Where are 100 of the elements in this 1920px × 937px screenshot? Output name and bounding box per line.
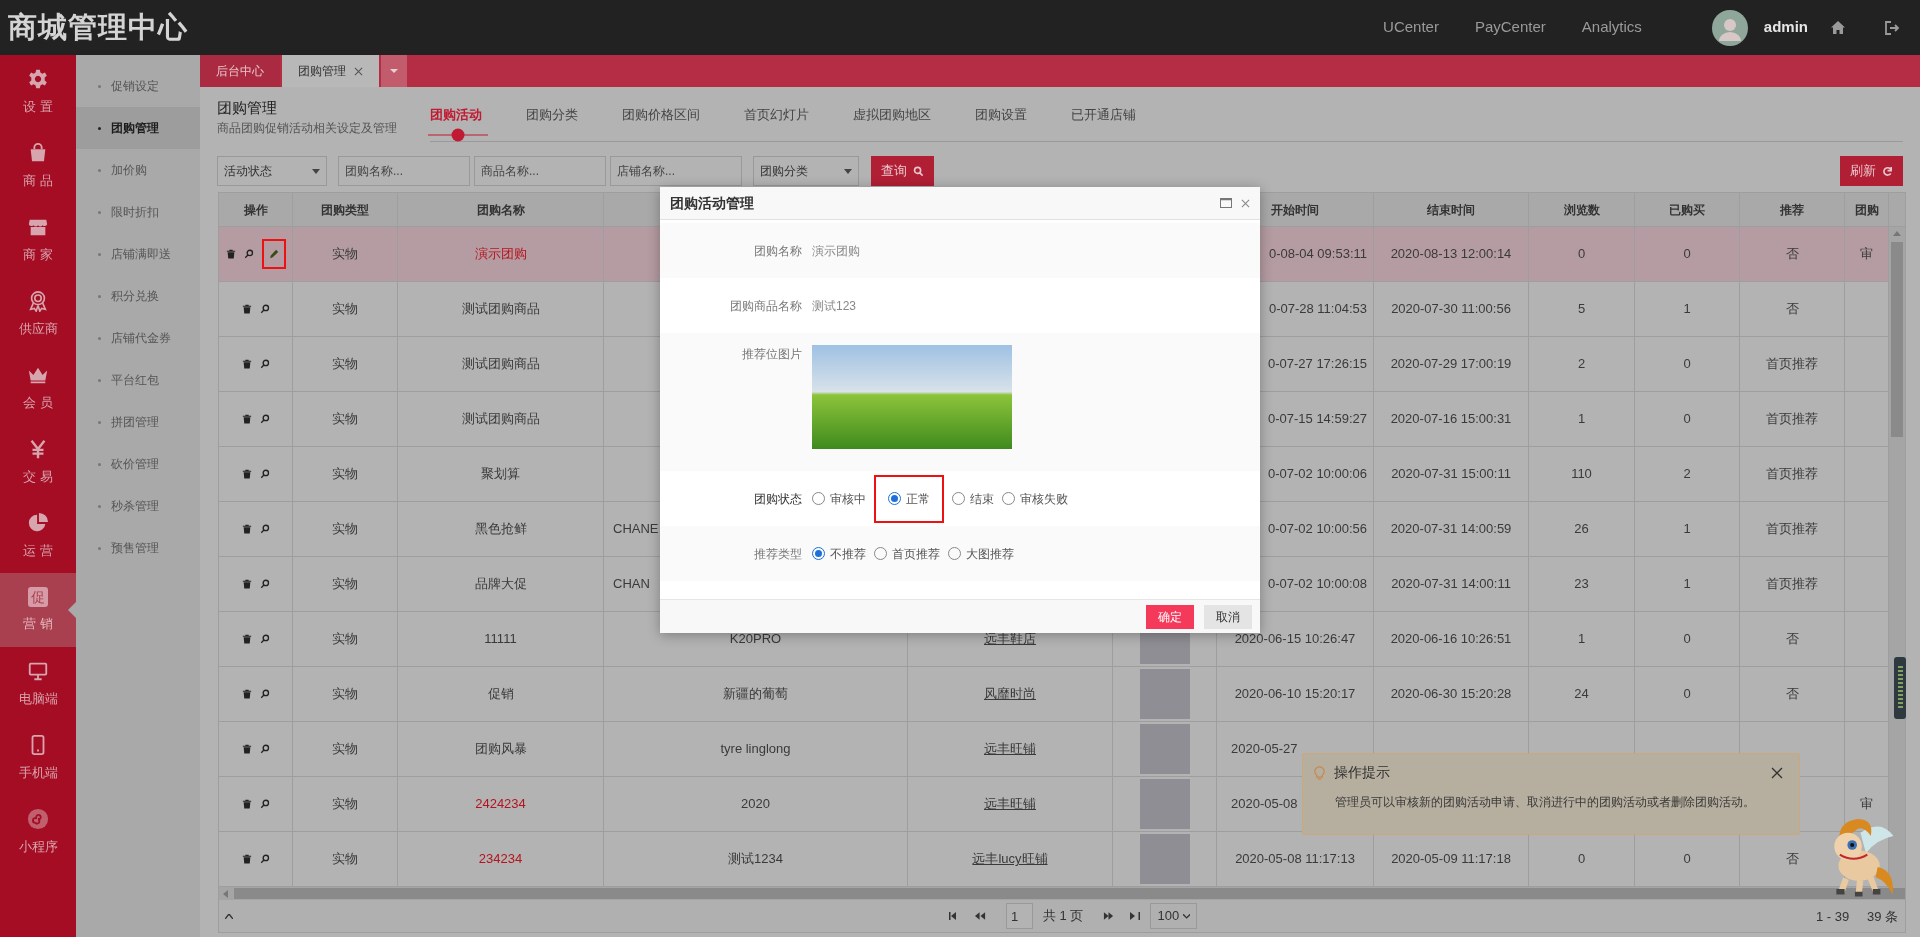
table-cell-text: 1 — [1577, 630, 1586, 649]
table-cell-text: 2020-05-09 11:17:18 — [1391, 850, 1511, 869]
table-cell-text: 实物 — [332, 355, 358, 374]
table-cell-text: 0-07-15 14:59:27 — [1267, 410, 1367, 429]
table-cell-text: 2020-07-30 11:00:56 — [1391, 300, 1511, 319]
table-cell-text: 实物 — [332, 300, 358, 319]
table-cell-text: 促销 — [487, 685, 514, 704]
table-cell-text: 0 — [1683, 410, 1691, 429]
record-range: 1 - 39 — [1816, 908, 1850, 926]
table-cell-text: 0-07-27 17:26:15 — [1267, 355, 1367, 374]
page-subtitle: 商品团购促销活动相关设定及管理 — [217, 120, 398, 137]
table-cell-text: 0 — [1683, 685, 1691, 704]
table-cell-text: 否 — [1785, 245, 1799, 264]
table-cell-text: 0-07-02 10:00:08 — [1267, 575, 1367, 594]
field-label: 推荐类型 — [753, 545, 803, 563]
table-cell-text: K20PRO — [729, 630, 782, 649]
table-cell-text: 0-07-28 11:04:53 — [1268, 300, 1367, 319]
field-value: 演示团购 — [812, 242, 860, 260]
table-cell-text: 110 — [1571, 465, 1592, 484]
table-cell-text: 11111 — [484, 630, 517, 649]
table-cell-text: 首页推荐 — [1766, 575, 1818, 594]
table-cell-text: 0 — [1683, 850, 1691, 869]
table-cell-text: 团购风暴 — [474, 740, 527, 759]
table-cell-text: 测试团购商品 — [461, 355, 540, 374]
table-cell-text: 首页推荐 — [1766, 520, 1818, 539]
field-label: 团购状态 — [753, 490, 803, 508]
table-cell-text: 首页推荐 — [1766, 410, 1818, 429]
table-cell-text: 实物 — [332, 245, 358, 264]
table-cell-text: 否 — [1785, 685, 1799, 704]
page-title: 团购管理 — [217, 99, 278, 117]
table-cell-text: 品牌大促 — [474, 575, 527, 594]
table-cell-text: 2020-06-30 15:20:28 — [1390, 685, 1512, 704]
table-cell-text: 1 — [1683, 300, 1691, 319]
table-cell-text: 2020 — [741, 795, 770, 814]
table-cell-text: 审 — [1860, 245, 1873, 264]
field-label: 团购名称 — [753, 242, 803, 260]
table-cell-text: 0-07-02 10:00:06 — [1267, 465, 1367, 484]
table-cell-text: 测试团购商品 — [461, 410, 540, 429]
field-label: 推荐位图片 — [741, 346, 803, 363]
table-cell-text: 实物 — [332, 465, 358, 484]
table-cell-text: 首页推荐 — [1766, 465, 1818, 484]
table-cell-text: 聚划算 — [481, 465, 520, 484]
table-cell-text: 23 — [1574, 575, 1589, 594]
table-cell-text: 1 — [1577, 410, 1586, 429]
marketing-icon: 促 — [28, 586, 48, 607]
table-cell-text: 0 — [1683, 355, 1691, 374]
app-title: 商城管理中心 — [7, 9, 188, 45]
table-cell-text: 2020-05-27 — [1231, 740, 1298, 759]
table-cell-text: 0-07-02 10:00:56 — [1267, 520, 1367, 539]
table-cell-text: 2020-06-10 15:20:17 — [1234, 685, 1356, 704]
table-cell-text: 1 — [1683, 575, 1691, 594]
table-cell-text: 2020-07-31 15:00:11 — [1391, 465, 1511, 484]
record-total: 39 条 — [1867, 908, 1899, 926]
table-cell-text: 2020-08-13 12:00:14 — [1390, 245, 1512, 264]
tip-text: 管理员可以审核新的团购活动申请、取消进行中的团购活动或者删除团购活动。 — [1334, 794, 1756, 811]
table-cell-text: 5 — [1577, 300, 1586, 319]
table-cell-text: 2020-05-08 — [1231, 795, 1298, 814]
table-cell-text: 0 — [1577, 850, 1586, 869]
table-cell-text: 审 — [1860, 795, 1873, 814]
table-cell-text: 24 — [1574, 685, 1589, 704]
table-cell-text: 新疆的葡萄 — [723, 685, 788, 704]
table-cell-text: 实物 — [332, 575, 358, 594]
table-cell-text: 实物 — [332, 850, 358, 869]
table-cell-text: 测试团购商品 — [461, 300, 540, 319]
table-cell-text: 234234 — [478, 850, 523, 869]
table-cell-text: 测试1234 — [728, 850, 783, 869]
table-cell-text: CHAN — [613, 575, 650, 594]
table-cell-text: 2424234 — [475, 795, 526, 814]
table-cell-text: 首页推荐 — [1766, 355, 1818, 374]
table-cell-text: 26 — [1574, 520, 1589, 539]
table-cell-text: 实物 — [332, 520, 358, 539]
table-cell-text: 2020-07-31 14:00:59 — [1390, 520, 1512, 539]
table-cell-text: 2020-06-16 10:26:51 — [1390, 630, 1512, 649]
table-cell-text: 否 — [1785, 850, 1799, 869]
table-cell-text: 实物 — [332, 410, 358, 429]
table-cell-text: 2 — [1577, 355, 1586, 374]
table-cell-text: 2 — [1683, 465, 1691, 484]
table-cell-text: 实物 — [332, 740, 358, 759]
field-label: 团购商品名称 — [729, 297, 803, 315]
table-cell-text: 实物 — [332, 685, 358, 704]
table-cell-text: 否 — [1785, 300, 1799, 319]
table-cell-text: 2020-07-16 15:00:31 — [1390, 410, 1512, 429]
table-cell-text: 实物 — [332, 795, 358, 814]
table-cell-text: tyre linglong — [720, 740, 791, 759]
table-cell-text: 1 — [1683, 520, 1691, 539]
table-cell-text: 演示团购 — [474, 245, 527, 264]
table-cell-text: 0-08-04 09:53:11 — [1268, 245, 1367, 264]
table-cell-text: 0 — [1683, 245, 1691, 264]
table-cell-text: 实物 — [332, 630, 358, 649]
table-cell-text: 2020-07-31 14:00:11 — [1391, 575, 1511, 594]
table-cell-text: 2020-05-08 11:17:13 — [1235, 850, 1355, 869]
dialog-title: 团购活动管理 — [670, 193, 754, 213]
field-value: 测试123 — [812, 297, 857, 315]
table-cell-text: 黑色抢鲜 — [474, 520, 527, 539]
table-cell-text: 2020-07-29 17:00:19 — [1390, 355, 1512, 374]
page-count: 共 1 页 — [1043, 907, 1084, 926]
table-cell-text: 2020-06-15 10:26:47 — [1234, 630, 1356, 649]
table-cell-text: 否 — [1785, 630, 1799, 649]
table-cell-text: 0 — [1683, 630, 1691, 649]
table-cell-text: CHANE — [613, 520, 659, 539]
